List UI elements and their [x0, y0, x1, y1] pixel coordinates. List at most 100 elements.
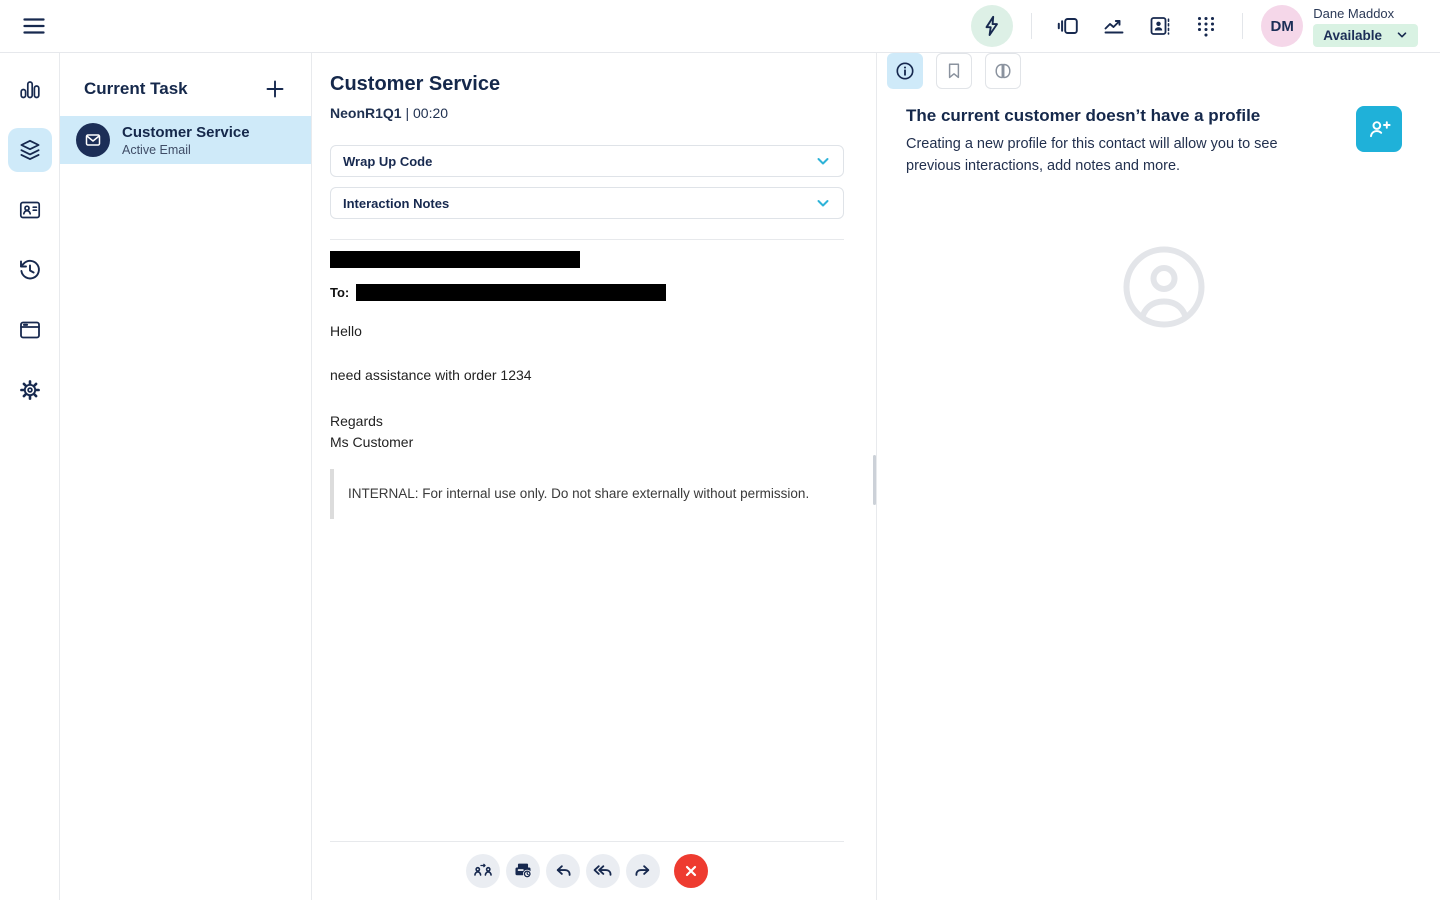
- current-task-panel: Current Task Customer Service Active Ema…: [60, 53, 312, 900]
- profile-placeholder: [887, 245, 1440, 329]
- task-texts: Customer Service Active Email: [122, 124, 250, 157]
- redacted-from-field: [330, 251, 580, 268]
- tasks-header: Current Task: [60, 75, 311, 103]
- profile-placeholder-icon: [1122, 245, 1206, 329]
- tab-info[interactable]: [887, 53, 923, 89]
- email-greeting: Hello: [330, 323, 362, 339]
- nav-performance-button[interactable]: [8, 68, 52, 112]
- close-icon: [682, 862, 700, 880]
- tab-bookmark[interactable]: [936, 53, 972, 89]
- person-plus-icon: [1366, 116, 1392, 142]
- topbar-actions: DM Dane Maddox Available: [971, 5, 1418, 47]
- chevron-down-icon: [1396, 29, 1408, 41]
- disconnect-button[interactable]: [674, 854, 708, 888]
- redacted-to-field: [356, 284, 667, 301]
- interaction-subtitle: NeonR1Q1 | 00:20: [330, 105, 844, 121]
- tab-assist[interactable]: [985, 53, 1021, 89]
- chevron-down-icon: [815, 153, 831, 169]
- chevron-down-icon: [815, 195, 831, 211]
- interaction-title: Customer Service: [330, 73, 501, 95]
- interaction-notes-label: Interaction Notes: [343, 195, 450, 211]
- brain-icon: [992, 60, 1014, 82]
- subtitle-separator: |: [405, 105, 410, 121]
- nav-history-button[interactable]: [8, 248, 52, 292]
- interaction-panel: Customer Service NeonR1Q1 | 00:20 Wrap U…: [312, 53, 877, 900]
- topbar-divider: [1031, 13, 1033, 39]
- transfer-icon: [472, 860, 494, 882]
- history-icon: [18, 258, 42, 282]
- dialpad-button[interactable]: [1188, 8, 1224, 44]
- info-icon: [894, 60, 916, 82]
- nav-settings-button[interactable]: [8, 368, 52, 412]
- bookmark-icon: [943, 60, 965, 82]
- email-signoff-line: Regards: [330, 413, 383, 429]
- email-controls-toolbar: [330, 841, 844, 900]
- email-body: need assistance with order 1234: [330, 367, 532, 383]
- panels-toggle-button[interactable]: [1050, 8, 1086, 44]
- transfer-button[interactable]: [466, 854, 500, 888]
- status-label: Available: [1323, 27, 1382, 43]
- bar-chart-icon: [18, 78, 42, 102]
- park-email-button[interactable]: [506, 854, 540, 888]
- user-avatar[interactable]: DM: [1261, 5, 1304, 47]
- add-task-button[interactable]: [261, 75, 289, 103]
- user-name: Dane Maddox: [1313, 5, 1395, 21]
- task-list-item[interactable]: Customer Service Active Email: [60, 116, 311, 164]
- profile-tabs: [887, 53, 1440, 89]
- nav-contacts-button[interactable]: [8, 188, 52, 232]
- left-nav-rail: [0, 53, 60, 900]
- interaction-timer: 00:20: [413, 105, 449, 121]
- email-signature: Ms Customer: [330, 434, 414, 450]
- no-profile-description: Creating a new profile for this contact …: [906, 136, 1278, 174]
- layers-icon: [18, 138, 42, 162]
- create-profile-button[interactable]: [1356, 106, 1402, 152]
- nav-apps-button[interactable]: [8, 308, 52, 352]
- reply-all-icon: [592, 860, 614, 882]
- customer-profile-panel: The current customer doesn’t have a prof…: [877, 53, 1440, 900]
- to-label: To:: [330, 285, 350, 300]
- hamburger-menu-button[interactable]: [16, 8, 52, 44]
- directory-icon: [1148, 14, 1172, 38]
- performance-icon: [1102, 14, 1126, 38]
- dialpad-icon: [1194, 14, 1218, 38]
- user-meta: Dane Maddox Available: [1313, 6, 1418, 47]
- reply-all-button[interactable]: [586, 854, 620, 888]
- topbar-divider: [1242, 13, 1244, 39]
- lightning-icon: [980, 14, 1004, 38]
- panels-icon: [1056, 14, 1080, 38]
- tasks-title: Current Task: [84, 79, 188, 98]
- park-email-icon: [512, 860, 534, 882]
- forward-button[interactable]: [626, 854, 660, 888]
- plus-icon: [264, 78, 286, 100]
- reply-icon: [552, 860, 574, 882]
- internal-note-text: INTERNAL: For internal use only. Do not …: [348, 486, 810, 501]
- contact-card-icon: [18, 198, 42, 222]
- hamburger-icon: [20, 12, 48, 40]
- email-header-divider: [330, 239, 844, 240]
- queue-name: NeonR1Q1: [330, 105, 402, 121]
- task-title: Customer Service: [122, 123, 250, 141]
- no-profile-texts: The current customer doesn’t have a prof…: [906, 106, 1336, 177]
- internal-note-block: INTERNAL: For internal use only. Do not …: [330, 469, 844, 519]
- main-shell: Current Task Customer Service Active Ema…: [0, 53, 1440, 900]
- no-profile-title: The current customer doesn’t have a prof…: [906, 106, 1261, 125]
- window-icon: [18, 318, 42, 342]
- interaction-notes-accordion[interactable]: Interaction Notes: [330, 187, 844, 219]
- app-root: DM Dane Maddox Available Current Task Cu…: [0, 0, 1440, 900]
- directory-button[interactable]: [1142, 8, 1178, 44]
- status-dropdown[interactable]: Available: [1313, 23, 1418, 47]
- scrollbar-thumb[interactable]: [873, 455, 876, 505]
- reply-button[interactable]: [546, 854, 580, 888]
- nav-interactions-button[interactable]: [7, 128, 52, 172]
- boost-button[interactable]: [971, 5, 1014, 47]
- email-signoff: Regards Ms Customer: [330, 411, 844, 453]
- envelope-icon: [76, 123, 110, 157]
- forward-icon: [632, 860, 654, 882]
- task-subtitle: Active Email: [122, 142, 191, 157]
- top-bar: DM Dane Maddox Available: [0, 0, 1440, 53]
- wrap-up-code-label: Wrap Up Code: [343, 153, 433, 169]
- wrap-up-code-accordion[interactable]: Wrap Up Code: [330, 145, 844, 177]
- performance-button[interactable]: [1096, 8, 1132, 44]
- email-to-row: To:: [330, 284, 844, 301]
- no-profile-header: The current customer doesn’t have a prof…: [887, 106, 1440, 177]
